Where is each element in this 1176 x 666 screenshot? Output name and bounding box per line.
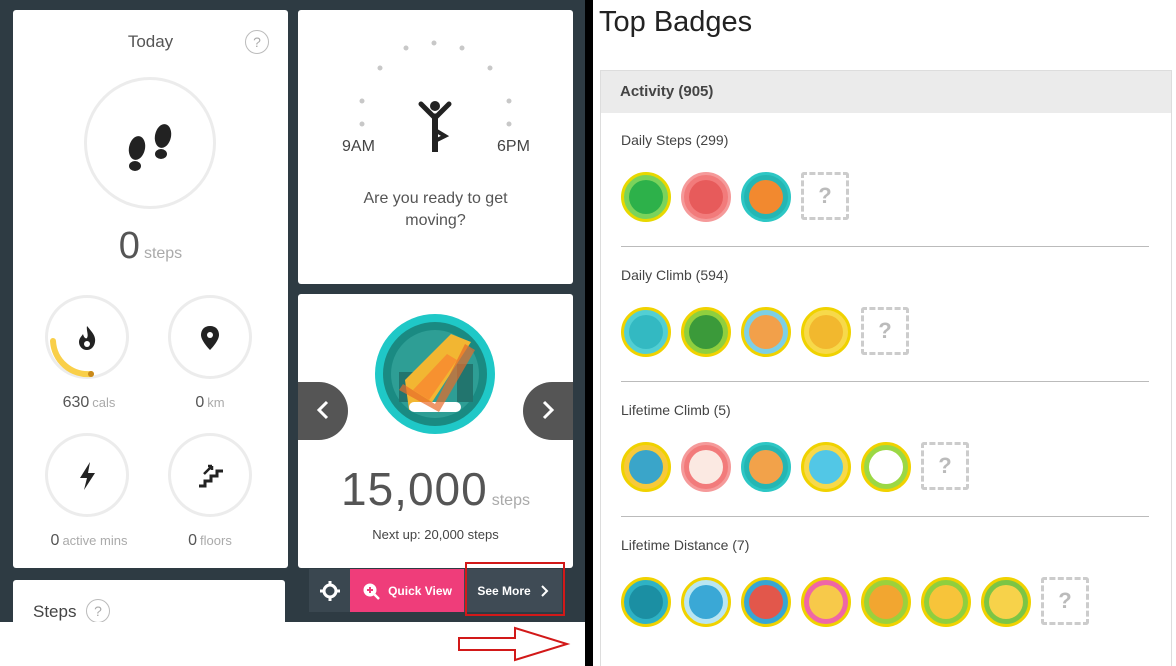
steps-card-title: Steps bbox=[33, 602, 77, 621]
lifetime-distance-badge-icon[interactable] bbox=[681, 577, 731, 627]
calories-value: 630 bbox=[62, 394, 90, 411]
annotation-area bbox=[0, 622, 585, 666]
active-minutes-ring[interactable] bbox=[45, 433, 129, 517]
dashboard-panel: Today ? 0 steps 630 cals 0 km 0 active m… bbox=[0, 0, 585, 666]
distance-label: 0 km bbox=[150, 394, 270, 412]
top-badges-title: Top Badges bbox=[599, 6, 753, 38]
chevron-right-icon bbox=[542, 400, 555, 420]
daily-steps-badge-icon[interactable] bbox=[621, 172, 671, 222]
lifetime-distance-badge-icon[interactable] bbox=[861, 577, 911, 627]
hourly-activity-card: 9AM 6PM Are you ready to get moving? bbox=[298, 10, 573, 284]
quick-view-label: Quick View bbox=[388, 583, 452, 598]
next-badge-button[interactable] bbox=[523, 382, 573, 440]
location-pin-icon bbox=[201, 326, 219, 350]
lifetime-climb-badge-icon[interactable] bbox=[621, 442, 671, 492]
daily-climb-badge-icon[interactable] bbox=[741, 307, 791, 357]
footprints-icon bbox=[128, 124, 172, 171]
badge-value-number: 15,000 bbox=[341, 463, 488, 515]
steps-ring[interactable] bbox=[84, 77, 216, 209]
start-time-label: 9AM bbox=[342, 138, 375, 155]
end-time-label: 6PM bbox=[497, 138, 530, 155]
distance-ring[interactable] bbox=[168, 295, 252, 379]
badge-value: 15,000 steps bbox=[298, 462, 573, 516]
annotation-arrow-icon bbox=[458, 626, 571, 662]
calories-ring[interactable] bbox=[45, 295, 129, 379]
steps-value: 0 bbox=[118, 225, 140, 267]
section-lifetime-distance: Lifetime Distance (7) bbox=[621, 537, 1149, 553]
shoe-badge-icon[interactable] bbox=[375, 314, 495, 434]
missing-badge-icon[interactable]: ? bbox=[801, 172, 849, 220]
missing-badge-icon[interactable]: ? bbox=[861, 307, 909, 355]
section-daily-steps: Daily Steps (299) bbox=[621, 132, 1149, 148]
zoom-in-icon bbox=[363, 583, 380, 600]
next-up-text: Next up: 20,000 steps bbox=[372, 527, 499, 542]
active-value: 0 bbox=[50, 532, 60, 549]
settings-button[interactable] bbox=[309, 569, 350, 612]
section-title: Lifetime Climb (5) bbox=[621, 402, 731, 418]
lifetime-distance-badge-icon[interactable] bbox=[741, 577, 791, 627]
top-badges-panel: Top Badges Activity (905) Daily Steps (2… bbox=[593, 0, 1176, 666]
floors-unit: floors bbox=[200, 533, 232, 548]
missing-badge-icon[interactable]: ? bbox=[1041, 577, 1089, 625]
lifetime-distance-badge-icon[interactable] bbox=[921, 577, 971, 627]
lifetime-distance-badge-icon[interactable] bbox=[981, 577, 1031, 627]
calories-label: 630 cals bbox=[29, 394, 149, 412]
today-card: Today ? 0 steps 630 cals 0 km 0 active m… bbox=[13, 10, 288, 568]
hourly-message: Are you ready to get moving? bbox=[363, 190, 508, 229]
see-more-highlight bbox=[465, 562, 565, 616]
section-title: Daily Climb (594) bbox=[621, 267, 729, 283]
missing-badge-icon[interactable]: ? bbox=[921, 442, 969, 490]
lifetime-distance-badge-icon[interactable] bbox=[621, 577, 671, 627]
lightning-icon bbox=[80, 462, 95, 490]
lifetime-distance-badge-icon[interactable] bbox=[801, 577, 851, 627]
daily-steps-badge-icon[interactable] bbox=[741, 172, 791, 222]
active-minutes-label: 0 active mins bbox=[29, 532, 149, 550]
calories-unit: cals bbox=[92, 395, 116, 410]
divider bbox=[585, 0, 593, 666]
calories-progress-arc bbox=[50, 338, 94, 378]
section-divider bbox=[621, 381, 1149, 382]
lifetime-climb-badge-icon[interactable] bbox=[741, 442, 791, 492]
section-daily-climb: Daily Climb (594) bbox=[621, 267, 1149, 283]
steps-count: 0 steps bbox=[13, 225, 288, 268]
daily-steps-badge-icon[interactable] bbox=[681, 172, 731, 222]
chevron-left-icon bbox=[316, 400, 329, 420]
distance-unit: km bbox=[207, 395, 225, 410]
shoe-badge-art bbox=[383, 322, 487, 426]
lifetime-climb-badge-icon[interactable] bbox=[681, 442, 731, 492]
daily-climb-badge-icon[interactable] bbox=[801, 307, 851, 357]
gear-icon bbox=[319, 580, 340, 601]
lifetime-climb-badge-icon[interactable] bbox=[801, 442, 851, 492]
floors-value: 0 bbox=[188, 532, 198, 549]
section-title: Lifetime Distance (7) bbox=[621, 537, 750, 553]
activity-header[interactable]: Activity (905) bbox=[601, 71, 1171, 113]
daily-climb-badge-icon[interactable] bbox=[681, 307, 731, 357]
distance-value: 0 bbox=[195, 394, 205, 411]
floors-ring[interactable] bbox=[168, 433, 252, 517]
stairs-icon bbox=[199, 464, 223, 488]
badge-value-unit: steps bbox=[491, 492, 530, 509]
steps-unit: steps bbox=[143, 245, 183, 262]
quick-view-button[interactable]: Quick View bbox=[350, 569, 464, 612]
section-lifetime-climb: Lifetime Climb (5) bbox=[621, 402, 1149, 418]
lifetime-climb-badge-icon[interactable] bbox=[861, 442, 911, 492]
section-title: Daily Steps (299) bbox=[621, 132, 729, 148]
active-unit: active mins bbox=[62, 533, 128, 548]
activity-badges-box: Activity (905) Daily Steps (299) ? Daily… bbox=[600, 70, 1172, 666]
daily-climb-badge-icon[interactable] bbox=[621, 307, 671, 357]
stretching-person-icon bbox=[418, 101, 452, 152]
help-icon[interactable]: ? bbox=[245, 30, 269, 54]
section-divider bbox=[621, 246, 1149, 247]
floors-label: 0 floors bbox=[150, 532, 270, 550]
steps-help-icon[interactable]: ? bbox=[86, 599, 110, 623]
section-divider bbox=[621, 516, 1149, 517]
